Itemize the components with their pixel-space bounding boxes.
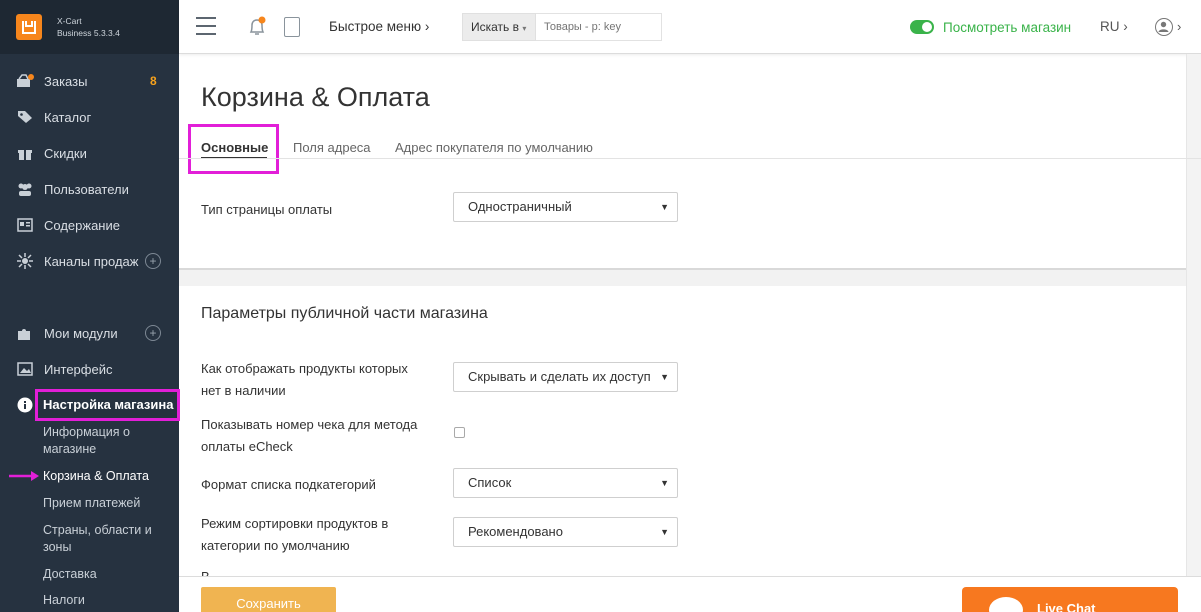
- brand-name: X-Cart Business 5.3.3.4: [57, 15, 120, 39]
- image-icon: [16, 361, 34, 377]
- brand-edition: Business 5.3.3.4: [57, 28, 120, 38]
- live-chat-label: Live Chat: [1037, 601, 1096, 612]
- tab-address-fields[interactable]: Поля адреса: [293, 140, 371, 155]
- cart-icon: [16, 73, 34, 89]
- pointer-arrow-icon: [9, 471, 39, 481]
- sidebar-item-label: Каталог: [44, 109, 92, 125]
- default-sort-label: Режим сортировки продуктов в категории п…: [201, 516, 389, 553]
- storefront-section-title: Параметры публичной части магазина: [201, 305, 488, 322]
- sidebar-item-label: Интерфейс: [44, 361, 113, 377]
- sidebar-item-content[interactable]: Содержание: [0, 211, 179, 239]
- sidebar-item-users[interactable]: Пользователи: [0, 175, 179, 203]
- echeck-number-checkbox[interactable]: [454, 427, 465, 438]
- subcategory-format-value: Список: [468, 475, 512, 490]
- sidebar-item-catalog[interactable]: Каталог: [0, 103, 179, 131]
- sidebar-subitem-cart-checkout[interactable]: Корзина & Оплата: [43, 468, 173, 485]
- out-of-stock-select[interactable]: Скрывать и сделать их доступ ▼: [453, 362, 678, 392]
- sidebar-subitem-countries-zones[interactable]: Страны, области и зоны: [43, 522, 173, 556]
- tabs-divider: [179, 158, 1201, 159]
- checkout-page-type-value: Одностраничный: [468, 199, 572, 214]
- save-button[interactable]: Сохранить: [201, 587, 336, 612]
- view-store-link[interactable]: Посмотреть магазин: [943, 20, 1071, 35]
- sidebar-item-label: Содержание: [44, 217, 120, 233]
- sidebar-item-label: Мои модули: [44, 325, 118, 341]
- bell-icon[interactable]: [247, 16, 267, 38]
- out-of-stock-value: Скрывать и сделать их доступ: [468, 369, 651, 384]
- quick-menu-button[interactable]: Быстрое меню ›: [329, 19, 429, 34]
- sidebar-subitem-shipping[interactable]: Доставка: [43, 566, 173, 583]
- sidebar-item-label: Настройка магазина: [43, 397, 174, 412]
- out-of-stock-label: Как отображать продукты которых нет в на…: [201, 361, 408, 398]
- sidebar-item-label: Пользователи: [44, 181, 129, 197]
- sidebar-item-interface[interactable]: Интерфейс: [0, 355, 179, 383]
- channels-icon: [16, 253, 34, 269]
- search-input[interactable]: [536, 13, 662, 41]
- chevron-down-icon: ▼: [660, 478, 669, 488]
- view-store-toggle[interactable]: [910, 20, 934, 34]
- chevron-down-icon: ▼: [657, 363, 669, 391]
- chevron-down-icon: ▼: [660, 527, 669, 537]
- sidebar-subitem-payment-methods[interactable]: Прием платежей: [43, 495, 173, 512]
- echeck-number-label: Показывать номер чека для метода оплаты …: [201, 417, 418, 454]
- gift-icon: [16, 145, 34, 161]
- sidebar-item-discounts[interactable]: Скидки: [0, 139, 179, 167]
- sidebar-item-label: Заказы: [44, 73, 88, 89]
- chevron-down-icon: ▼: [660, 202, 669, 212]
- live-chat-button[interactable]: Live Chat: [962, 587, 1178, 612]
- tag-icon: [16, 109, 34, 125]
- language-selector[interactable]: RU ›: [1100, 19, 1128, 34]
- sidebar-subitem-taxes[interactable]: Налоги: [43, 592, 173, 609]
- xcart-logo-icon[interactable]: [16, 14, 42, 40]
- sidebar-subitem-store-info[interactable]: Информация о магазине: [43, 424, 173, 458]
- page-title: Корзина & Оплата: [201, 82, 430, 112]
- sidebar: X-Cart Business 5.3.3.4 Заказы 8 Каталог…: [0, 0, 180, 612]
- vertical-scrollbar[interactable]: [1186, 54, 1201, 576]
- default-sort-value: Рекомендовано: [468, 524, 563, 539]
- top-bar: Быстрое меню › Искать в ▾ Посмотреть маг…: [179, 0, 1201, 54]
- calculator-icon[interactable]: [284, 17, 300, 37]
- sidebar-item-orders[interactable]: Заказы 8: [0, 67, 179, 95]
- section-divider: [179, 268, 1186, 286]
- checkout-page-type-label: Тип страницы оплаты: [201, 202, 333, 217]
- sidebar-item-label: Скидки: [44, 145, 87, 161]
- checkout-page-type-select[interactable]: Одностраничный ▼: [453, 192, 678, 222]
- user-avatar-icon[interactable]: [1155, 18, 1173, 36]
- orders-count-badge: 8: [150, 74, 157, 88]
- next-setting-label: В: [201, 569, 231, 576]
- search-scope-select[interactable]: Искать в ▾: [462, 13, 536, 41]
- sidebar-item-label: Каналы продаж: [44, 253, 139, 269]
- user-menu-chevron-icon[interactable]: ›: [1177, 19, 1181, 34]
- users-icon: [16, 181, 34, 197]
- hamburger-menu-icon[interactable]: [196, 17, 216, 35]
- tab-general-label: Основные: [201, 140, 269, 155]
- brand-header: X-Cart Business 5.3.3.4: [0, 0, 179, 54]
- store-setup-highlight[interactable]: Настройка магазина: [35, 389, 180, 421]
- tab-general[interactable]: Основные: [188, 124, 279, 174]
- puzzle-icon: [16, 325, 34, 341]
- tab-default-customer-address[interactable]: Адрес покупателя по умолчанию: [395, 140, 593, 155]
- default-sort-select[interactable]: Рекомендовано ▼: [453, 517, 678, 547]
- info-icon: [16, 397, 34, 413]
- add-channel-icon[interactable]: +: [145, 253, 161, 269]
- subcategory-format-label: Формат списка подкатегорий: [201, 477, 376, 492]
- sidebar-item-my-modules[interactable]: Мои модули +: [0, 319, 179, 347]
- brand-title: X-Cart: [57, 16, 82, 26]
- sidebar-item-sales-channels[interactable]: Каналы продаж +: [0, 247, 179, 275]
- search-scope-label: Искать в: [471, 20, 520, 34]
- chat-bubble-icon: [989, 597, 1023, 612]
- content-icon: [16, 217, 34, 233]
- add-module-icon[interactable]: +: [145, 325, 161, 341]
- subcategory-format-select[interactable]: Список ▼: [453, 468, 678, 498]
